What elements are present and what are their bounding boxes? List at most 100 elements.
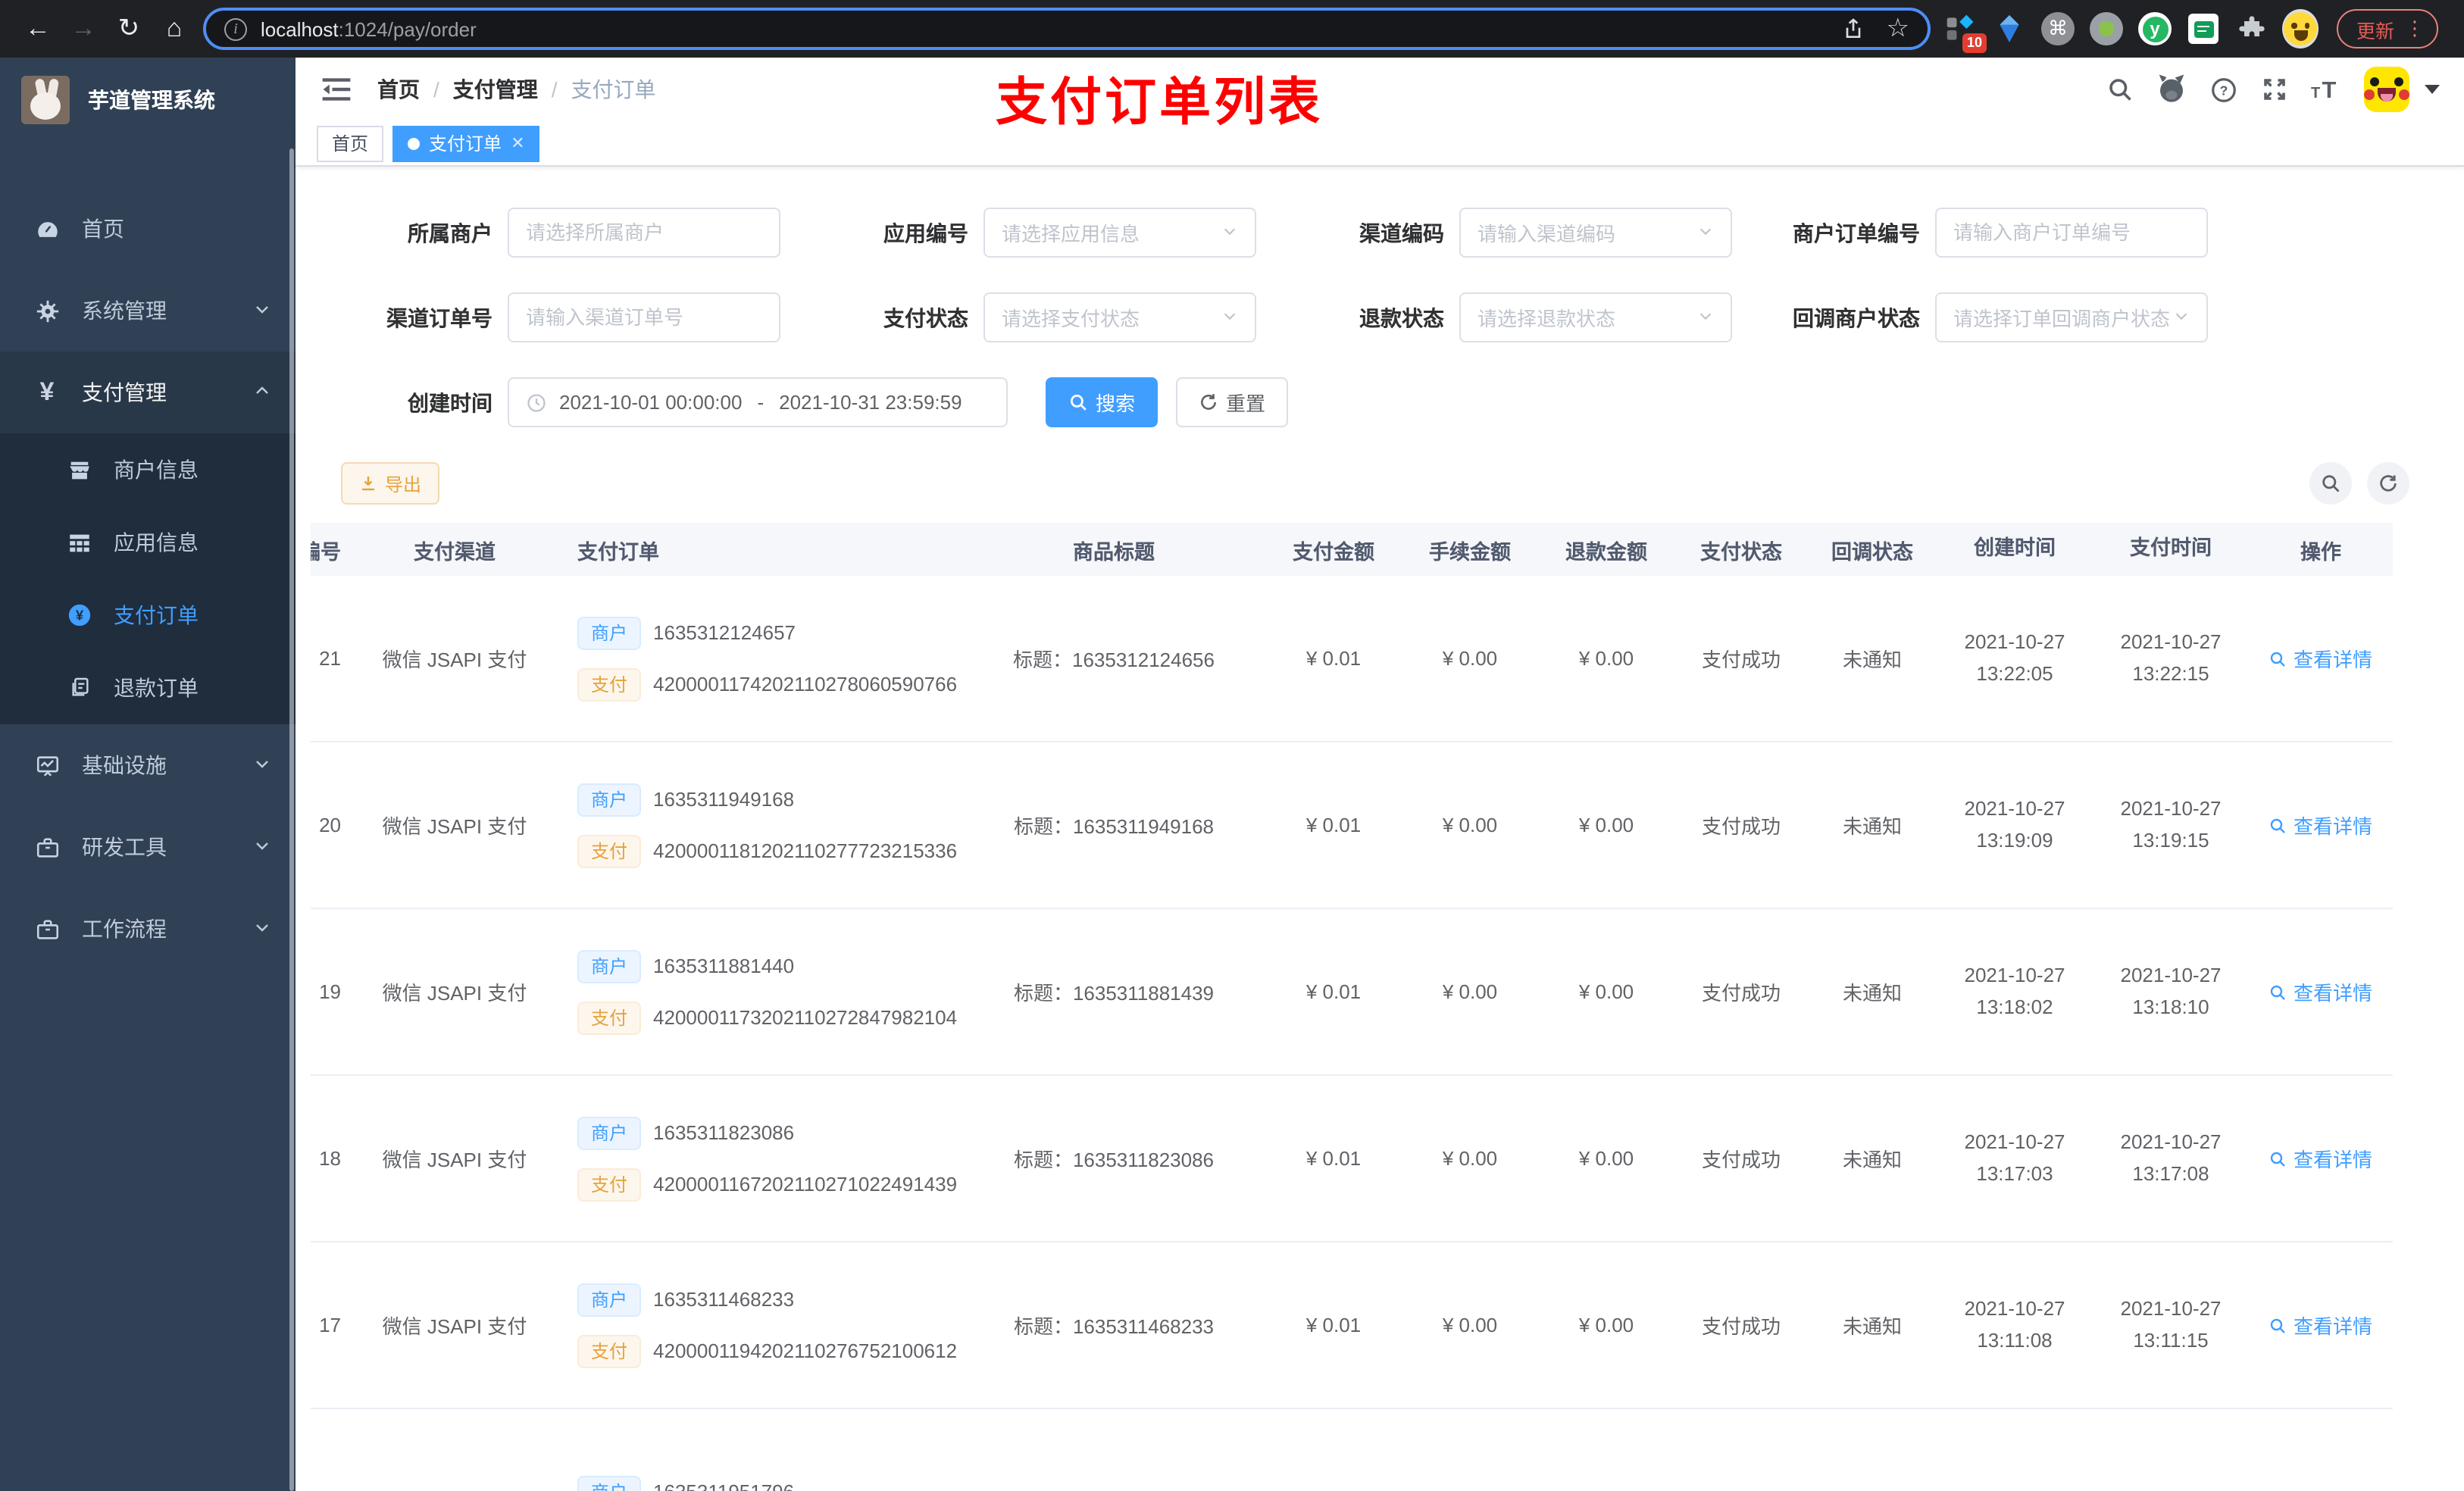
tag-pay-order[interactable]: 支付订单 ✕ [392,125,540,161]
channel-code-select[interactable]: 请输入渠道编码 [1459,208,1732,258]
extension-record-icon[interactable] [2088,11,2125,47]
merchant-filter-input[interactable] [508,208,780,258]
cell-channel: 微信 JSAPI 支付 [382,982,527,1005]
browser-forward-icon[interactable]: → [61,14,106,44]
sidebar-item-pay-order[interactable]: ¥ 支付订单 [0,579,295,652]
notify-status-select[interactable]: 请选择订单回调商户状态 [1935,292,2208,342]
date-end: 2021-10-31 23:59:59 [779,391,962,414]
app-id-select[interactable]: 请选择应用信息 [983,208,1256,258]
header-search-icon[interactable] [2103,73,2137,106]
sidebar-item-dev-tools[interactable]: 研发工具 [0,806,295,888]
extensions-puzzle-icon[interactable] [2234,11,2270,47]
sidebar-item-app-info[interactable]: 应用信息 [0,506,295,579]
cell-amount: ¥ 0.01 [1305,1147,1362,1170]
toolbox-icon [33,915,61,942]
sidebar-item-label: 工作流程 [82,917,167,941]
channel-order-no-input[interactable] [508,292,780,342]
browser-chrome: ← → ↻ ⌂ i localhost:1024/pay/order ☆ 10 … [0,0,2464,58]
toggle-search-icon[interactable] [2309,462,2352,505]
export-button[interactable]: 导出 [341,462,440,505]
extension-chat-icon[interactable] [2185,11,2222,47]
extension-y-icon[interactable]: y [2137,11,2173,47]
cell-action: 查看详情 [2249,1242,2393,1408]
sidebar-scrollbar[interactable] [289,148,294,1491]
sidebar-item-merchant-info[interactable]: 商户信息 [0,433,295,506]
date-range-input[interactable]: 2021-10-01 00:00:00 - 2021-10-31 23:59:5… [508,377,1008,427]
pay-status-select[interactable]: 请选择支付状态 [983,292,1256,342]
filter-row-2: 渠道订单号 支付状态 请选择支付状态 退款状态 请选择退款状态 [311,292,2449,342]
svg-text:T: T [2311,85,2320,102]
app-logo[interactable]: 芋道管理系统 [0,58,295,142]
app-title: 芋道管理系统 [88,88,215,112]
tag-home[interactable]: 首页 [317,125,384,161]
profile-emoji-icon[interactable] [2282,9,2319,48]
sidebar-collapse-icon[interactable] [320,73,353,106]
page-content: 所属商户 应用编号 请选择应用信息 渠道编码 请输入渠道编码 [295,167,2464,1491]
magnifier-icon [2269,649,2287,667]
merchant-tag: 商户 [577,949,642,983]
breadcrumb-payment[interactable]: 支付管理 [453,74,538,105]
sidebar-menu: 首页 系统管理 ¥ 支付管理 商户信息 应用信息 ¥ 支付订单 退款订单 基础设… [0,188,295,970]
extension-command-icon[interactable]: ⌘ [2040,11,2076,47]
help-icon[interactable]: ? [2206,73,2240,106]
sidebar-item-home[interactable]: 首页 [0,188,295,270]
sidebar-item-label: 支付订单 [114,603,199,627]
cell-pay-status: 支付成功 [1701,815,1781,838]
sidebar-item-system[interactable]: 系统管理 [0,270,295,352]
refund-status-select[interactable]: 请选择退款状态 [1459,292,1732,342]
view-detail-link[interactable]: 查看详情 [2269,977,2372,1006]
sidebar-item-label: 研发工具 [82,835,167,859]
share-icon[interactable] [1841,17,1865,41]
cell-create-time: 2021-10-27 13:11:08 [1964,1297,2065,1351]
cell-pay-order: 商户 1635311949168 支付 4200001181202110277723… [568,742,962,908]
sidebar-item-label: 首页 [82,217,124,241]
sidebar-item-infra[interactable]: 基础设施 [0,724,295,806]
breadcrumb: 首页 / 支付管理 / 支付订单 [377,74,656,105]
extension-gem-icon[interactable] [1991,11,2028,47]
sidebar-item-workflow[interactable]: 工作流程 [0,888,295,970]
avatar-caret-icon[interactable] [2425,85,2440,94]
pay-order-no: 4200001173202110272847982104 [653,1006,958,1029]
github-icon[interactable] [2155,73,2188,106]
pay-tag: 支付 [577,667,642,701]
table-row: 18 微信 JSAPI 支付 商户 1635311823086 支付 4200001… [311,1076,2393,1242]
cell-action: 查看详情 [2249,1076,2393,1241]
chevron-down-icon [253,917,271,941]
view-detail-link[interactable]: 查看详情 [2269,811,2372,839]
sidebar-item-payment[interactable]: ¥ 支付管理 [0,352,295,433]
browser-update-button[interactable]: 更新 ⋮ [2337,9,2439,48]
cell-refund: ¥ 0.00 [1578,1314,1634,1336]
url-bar[interactable]: i localhost:1024/pay/order ☆ [203,8,1931,50]
pay-order-no: 4200001194202110276752100612 [653,1339,958,1362]
sidebar-item-refund-order[interactable]: 退款订单 [0,652,295,724]
breadcrumb-home[interactable]: 首页 [377,74,420,105]
browser-reload-icon[interactable]: ↻ [106,14,152,44]
payment-submenu: 商户信息 应用信息 ¥ 支付订单 退款订单 [0,433,295,724]
font-size-icon[interactable]: TT [2309,73,2343,106]
tag-close-icon[interactable]: ✕ [511,133,524,153]
view-detail-link[interactable]: 查看详情 [2269,644,2372,673]
reset-button[interactable]: 重置 [1176,377,1289,427]
merchant-order-no: 1635311881440 [653,955,795,977]
cell-pay-order: 商户 1635311881440 支付 4200001173202110272847… [568,909,962,1074]
user-avatar[interactable] [2364,67,2409,112]
cell-pay-status: 支付成功 [1701,982,1781,1005]
view-detail-link[interactable]: 查看详情 [2269,1144,2372,1173]
chevron-down-icon [1221,221,1238,244]
svg-text:T: T [2322,77,2337,103]
merchant-order-no-input[interactable] [1935,208,2208,258]
magnifier-icon [2269,1316,2287,1334]
site-info-icon[interactable]: i [224,17,247,40]
extension-tabs-icon[interactable]: 10 [1943,11,1987,53]
fullscreen-icon[interactable] [2258,73,2291,106]
browser-back-icon[interactable]: ← [15,14,61,44]
search-button[interactable]: 搜索 [1046,377,1159,427]
view-detail-link[interactable]: 查看详情 [2269,1311,2372,1339]
bookmark-star-icon[interactable]: ☆ [1887,14,1910,44]
cell-title: 标题：1635311881439 [1013,982,1215,1005]
refresh-table-icon[interactable] [2367,462,2409,505]
cell-pay-time: 2021-10-27 13:17:08 [2120,1130,2222,1184]
browser-home-icon[interactable]: ⌂ [152,14,197,44]
kebab-menu-icon[interactable]: ⋮ [2405,17,2425,41]
cell-amount: ¥ 0.01 [1305,980,1362,1003]
